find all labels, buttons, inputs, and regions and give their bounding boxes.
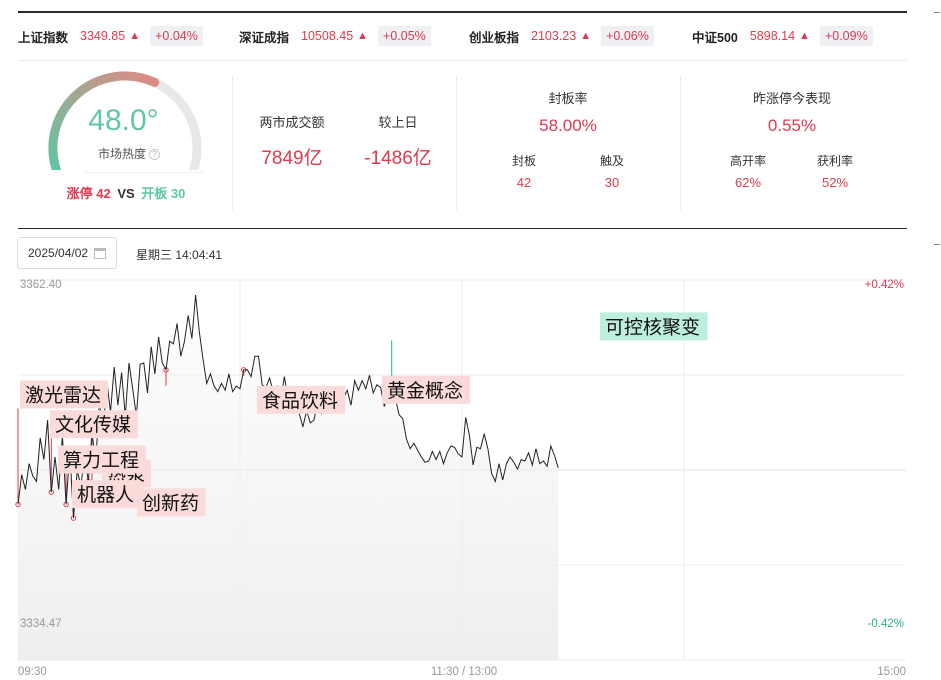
index-name: 创业板指 — [469, 30, 520, 45]
sealed-value: 42 — [516, 175, 532, 190]
seal-rate-value: 58.00% — [539, 116, 597, 135]
index-change-badge: +0.09% — [819, 26, 873, 46]
market-heat-label: 市场热度? — [74, 145, 184, 162]
limit-up-vs-opened: 涨停 42 VS 开板 30 — [56, 183, 196, 202]
pct-axis-top-label: +0.42% — [865, 279, 904, 291]
yesterday-perf-value: 0.55% — [767, 116, 817, 135]
date-picker-value: 2025/04/02 — [28, 246, 89, 260]
x-axis-open-label: 09:30 — [18, 666, 47, 678]
annotation-tag-label[interactable]: 激光雷达 — [25, 384, 101, 406]
index-change-badge: +0.04% — [150, 26, 203, 46]
opened-label: 开板 — [141, 186, 168, 201]
annotation-tag-label[interactable]: 算力工程 — [63, 449, 139, 471]
up-arrow-icon: ▲ — [580, 30, 592, 42]
index-price: 10508.45 — [301, 29, 354, 43]
index-name: 中证500 — [692, 30, 738, 45]
high-open-value: 62% — [734, 175, 762, 190]
divider — [18, 60, 907, 61]
index-ticker-sh[interactable]: 上证指数 3349.85 ▲ +0.04% — [18, 22, 203, 50]
up-arrow-icon: ▲ — [129, 30, 141, 42]
index-price: 5898.14 — [749, 29, 796, 43]
turnover-value: 7849亿 — [261, 148, 323, 169]
intraday-chart: 热泵 机器人 算力工程 文化传媒 激光雷达 创新药 食品饮料 黄金概念 可控核聚变 3362.4… — [0, 270, 941, 680]
index-ticker-sz[interactable]: 深证成指 10508.45 ▲ +0.05% — [239, 22, 431, 50]
high-open-label: 高开率 — [729, 154, 766, 168]
annotation-tag-label[interactable]: 机器人 — [77, 484, 134, 506]
index-change-badge: +0.06% — [601, 26, 654, 46]
touched-value: 30 — [604, 175, 620, 190]
top-rule — [18, 11, 907, 13]
y-axis-bottom-label: 3334.47 — [20, 618, 62, 630]
annotation-tag-label[interactable]: 食品饮料 — [262, 390, 338, 412]
index-change-badge: +0.05% — [378, 26, 431, 46]
question-circle-icon[interactable]: ? — [149, 149, 160, 161]
divider — [680, 76, 681, 210]
calendar-icon[interactable] — [94, 248, 106, 259]
intraday-chart-svg: 热泵机器人算力工程文化传媒激光雷达创新药食品饮料 黄金概念可控核聚变 3362.4… — [15, 279, 906, 678]
opened-count: 30 — [170, 186, 186, 201]
sealed-label: 封板 — [511, 154, 536, 168]
index-name: 上证指数 — [18, 30, 69, 45]
annotation-tag-label[interactable]: 黄金概念 — [387, 379, 463, 402]
up-arrow-icon: ▲ — [357, 30, 369, 42]
index-ticker-cyb[interactable]: 创业板指 2103.23 ▲ +0.06% — [469, 22, 654, 50]
divider — [232, 76, 233, 210]
index-name: 深证成指 — [239, 30, 290, 45]
pct-axis-bottom-label: -0.42% — [868, 618, 904, 630]
annotation-tag-label[interactable]: 文化传媒 — [55, 414, 131, 436]
touched-label: 触及 — [599, 154, 624, 168]
index-ticker-bar: 上证指数 3349.85 ▲ +0.04% 深证成指 10508.45 ▲ +0… — [18, 22, 907, 50]
divider — [84, 172, 204, 173]
divider — [18, 228, 907, 229]
price-area — [18, 295, 559, 660]
market-heat-label-text: 市场热度 — [97, 147, 146, 161]
y-axis-top-label: 3362.40 — [20, 279, 62, 291]
seal-rate-title: 封板率 — [548, 91, 588, 106]
divider — [934, 244, 940, 245]
x-axis-midday-label: 11:30 / 13:00 — [431, 666, 497, 678]
up-arrow-icon: ▲ — [799, 30, 810, 42]
index-ticker-zz500[interactable]: 中证500 5898.14 ▲ +0.09% — [692, 22, 873, 50]
index-price: 3349.85 — [80, 29, 126, 43]
limit-up-label: 涨停 — [66, 186, 93, 201]
vs-text: VS — [117, 186, 135, 201]
index-price: 2103.23 — [531, 29, 577, 43]
yesterday-perf-title: 昨涨停今表现 — [752, 91, 831, 106]
limit-up-count: 42 — [96, 186, 111, 201]
turnover-compare-value: -1486亿 — [364, 148, 432, 169]
profit-rate-label: 获利率 — [816, 154, 853, 168]
profit-rate-value: 52% — [821, 175, 849, 190]
divider — [456, 76, 457, 210]
turnover-title: 两市成交额 — [259, 115, 325, 130]
turnover-compare-title: 较上日 — [378, 115, 418, 130]
date-picker[interactable]: 2025/04/02 — [17, 237, 117, 269]
current-time: 星期三 14:04:41 — [136, 248, 223, 262]
x-axis-close-label: 15:00 — [877, 666, 906, 678]
annotation-tag-label[interactable]: 创新药 — [142, 492, 199, 514]
annotation-tag-label[interactable]: 可控核聚变 — [605, 316, 700, 338]
divider — [934, 12, 940, 13]
market-heat-value: 48.0° — [88, 104, 159, 137]
